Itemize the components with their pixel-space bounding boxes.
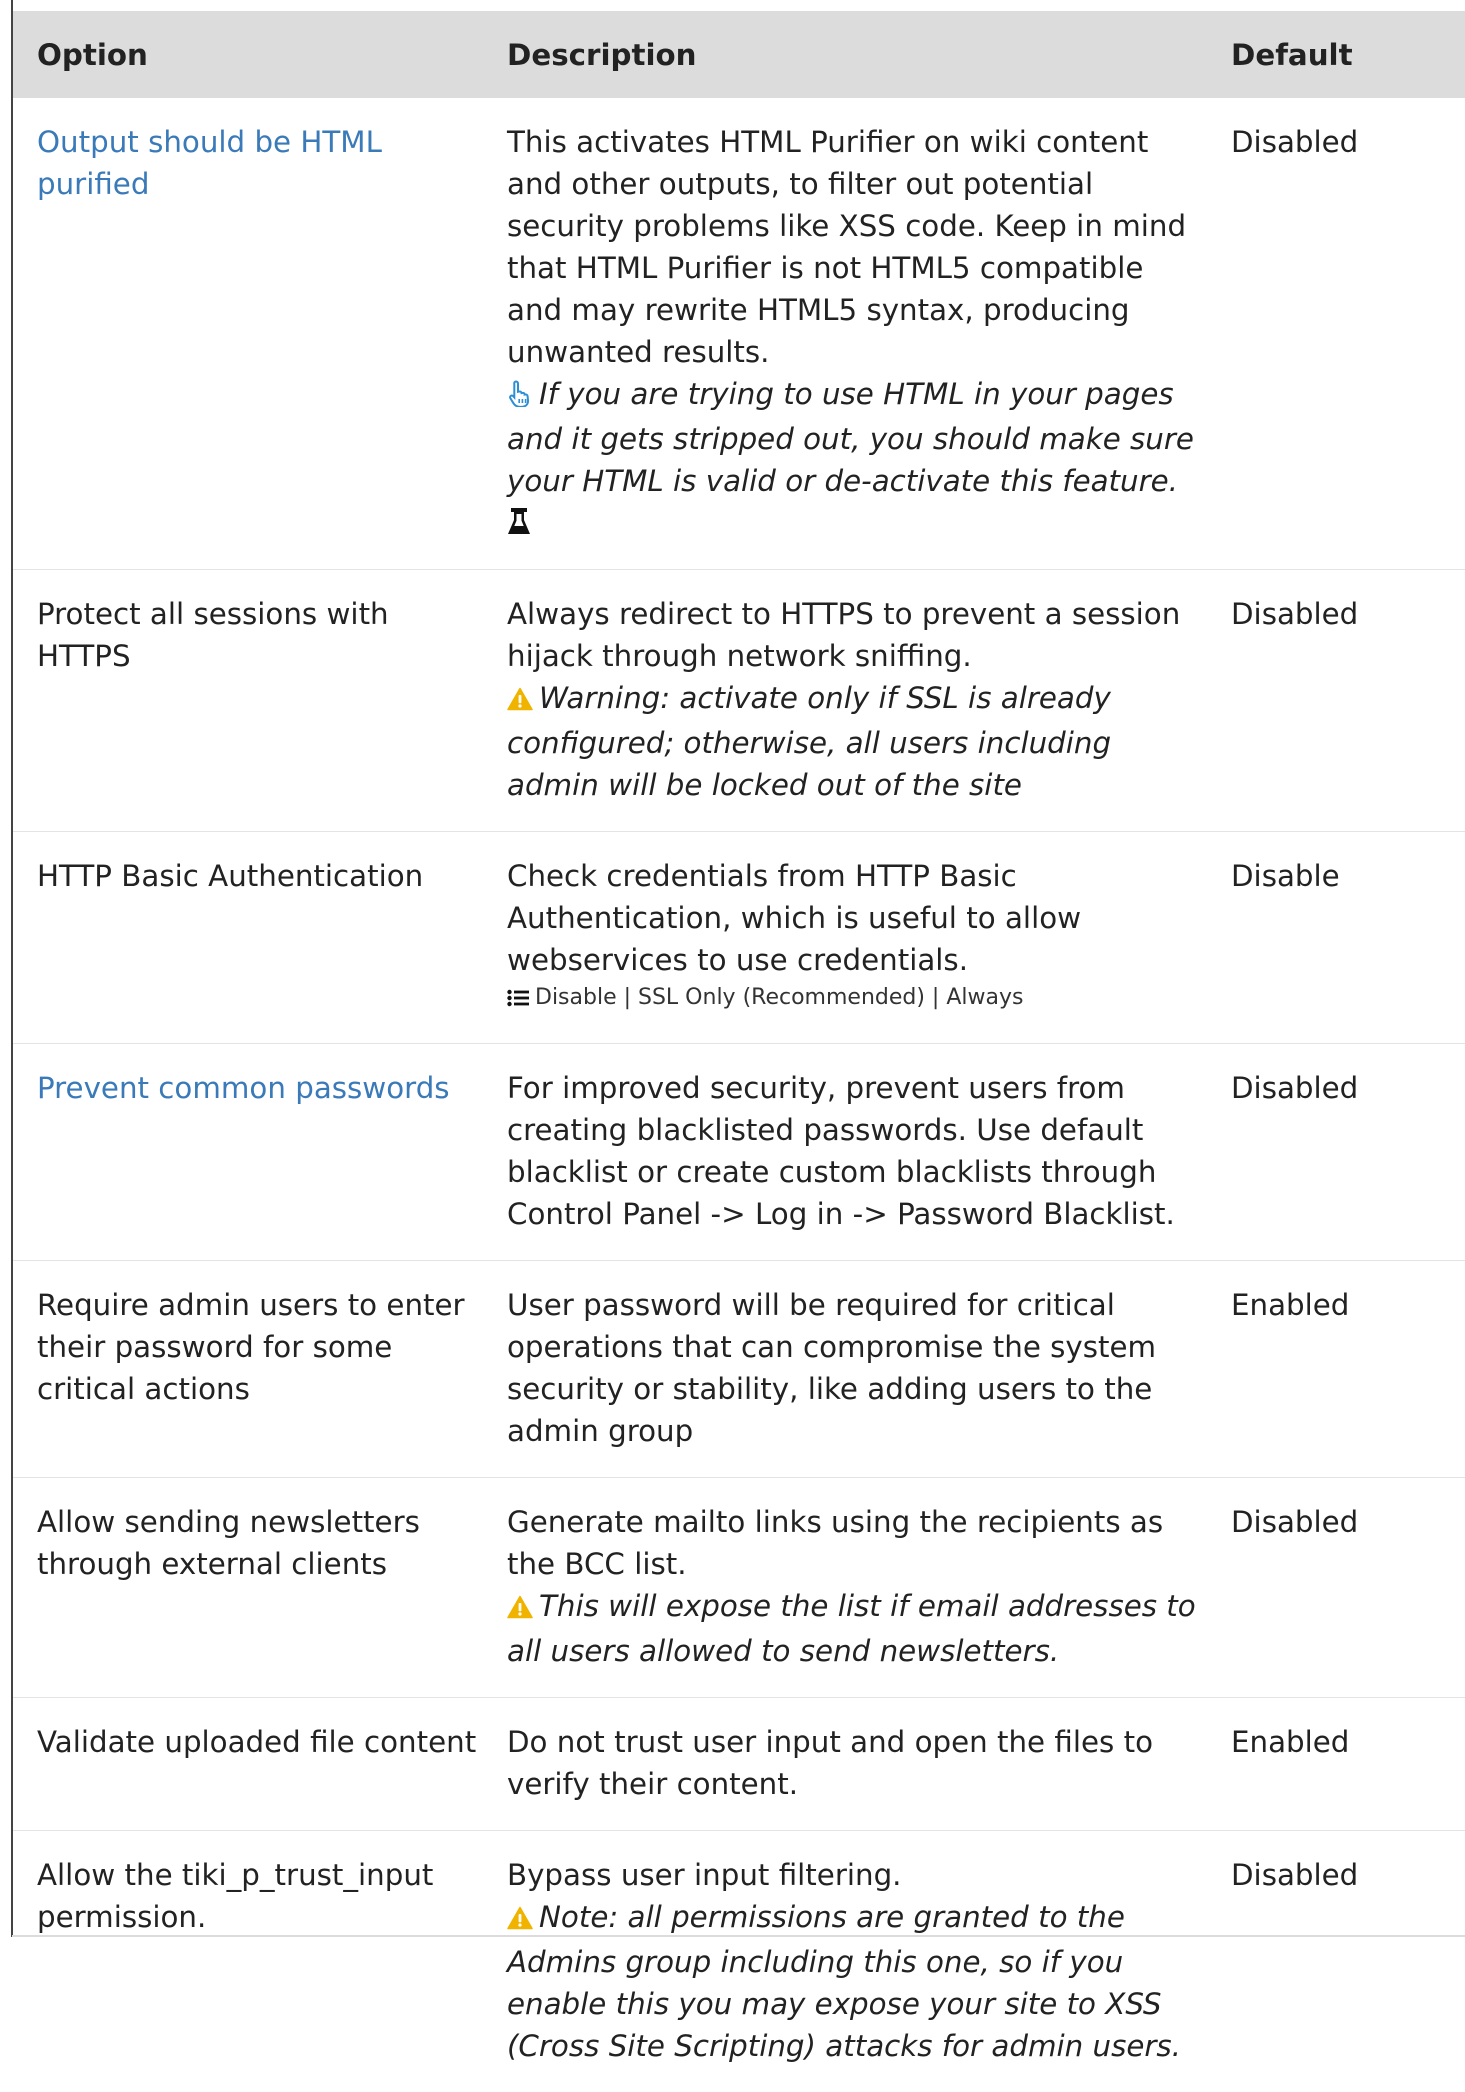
description-text: User password will be required for criti… bbox=[507, 1288, 1156, 1448]
warning-note: Warning: activate only if SSL is already… bbox=[507, 677, 1201, 806]
tip-note-text: If you are trying to use HTML in your pa… bbox=[507, 377, 1194, 498]
pointing-hand-icon bbox=[507, 376, 533, 418]
description-cell: Bypass user input filtering. Note: all p… bbox=[487, 1831, 1223, 2092]
option-link-prevent-common-passwords[interactable]: Prevent common passwords bbox=[37, 1071, 450, 1105]
description-text: For improved security, prevent users fro… bbox=[507, 1071, 1175, 1231]
option-cell: Validate uploaded file content bbox=[13, 1698, 487, 1831]
description-text: This activates HTML Purifier on wiki con… bbox=[507, 125, 1186, 369]
allowed-options: Disable | SSL Only (Recommended) | Alway… bbox=[507, 981, 1201, 1018]
default-cell: Disabled bbox=[1223, 98, 1465, 570]
option-cell: Require admin users to enter their passw… bbox=[13, 1261, 487, 1478]
warning-note-text: Note: all permissions are granted to the… bbox=[507, 1900, 1181, 2063]
description-text: Always redirect to HTTPS to prevent a se… bbox=[507, 597, 1180, 673]
allowed-options-text: Disable | SSL Only (Recommended) | Alway… bbox=[535, 985, 1023, 1010]
table-row: Validate uploaded file content Do not tr… bbox=[13, 1698, 1465, 1831]
flask-icon bbox=[507, 502, 1201, 544]
description-text: Generate mailto links using the recipien… bbox=[507, 1505, 1163, 1581]
list-icon bbox=[507, 984, 529, 1018]
option-link-html-purifier[interactable]: Output should be HTML purified bbox=[37, 125, 382, 201]
table-row: Protect all sessions with HTTPS Always r… bbox=[13, 570, 1465, 832]
description-text: Bypass user input filtering. bbox=[507, 1858, 901, 1892]
security-preferences-table: Option Description Default Output should… bbox=[13, 11, 1465, 2092]
description-cell: User password will be required for criti… bbox=[487, 1261, 1223, 1478]
default-cell: Disabled bbox=[1223, 1044, 1465, 1261]
description-text: Check credentials from HTTP Basic Authen… bbox=[507, 859, 1081, 977]
default-cell: Disabled bbox=[1223, 1478, 1465, 1698]
description-cell: This activates HTML Purifier on wiki con… bbox=[487, 98, 1223, 570]
warning-icon bbox=[507, 1588, 533, 1630]
description-cell: Check credentials from HTTP Basic Authen… bbox=[487, 832, 1223, 1044]
table-row: Prevent common passwords For improved se… bbox=[13, 1044, 1465, 1261]
column-header-option: Option bbox=[13, 11, 487, 98]
default-cell: Disable bbox=[1223, 832, 1465, 1044]
option-cell: Prevent common passwords bbox=[13, 1044, 487, 1261]
option-cell: Allow sending newsletters through extern… bbox=[13, 1478, 487, 1698]
option-cell: Protect all sessions with HTTPS bbox=[13, 570, 487, 832]
warning-icon bbox=[507, 680, 533, 722]
default-cell: Disabled bbox=[1223, 1831, 1465, 2092]
default-cell: Enabled bbox=[1223, 1698, 1465, 1831]
option-cell: Allow the tiki_p_trust_input permission. bbox=[13, 1831, 487, 2092]
warning-note: Note: all permissions are granted to the… bbox=[507, 1896, 1201, 2067]
warning-note: This will expose the list if email addre… bbox=[507, 1585, 1201, 1672]
table-header-row: Option Description Default bbox=[13, 11, 1465, 98]
table-row: Allow sending newsletters through extern… bbox=[13, 1478, 1465, 1698]
description-cell: For improved security, prevent users fro… bbox=[487, 1044, 1223, 1261]
table-row: HTTP Basic Authentication Check credenti… bbox=[13, 832, 1465, 1044]
tip-note: If you are trying to use HTML in your pa… bbox=[507, 373, 1201, 502]
description-text: Do not trust user input and open the fil… bbox=[507, 1725, 1153, 1801]
table-row: Require admin users to enter their passw… bbox=[13, 1261, 1465, 1478]
warning-note-text: Warning: activate only if SSL is already… bbox=[507, 681, 1111, 802]
table-row: Output should be HTML purified This acti… bbox=[13, 98, 1465, 570]
option-cell: Output should be HTML purified bbox=[13, 98, 487, 570]
column-header-description: Description bbox=[487, 11, 1223, 98]
description-cell: Always redirect to HTTPS to prevent a se… bbox=[487, 570, 1223, 832]
description-cell: Generate mailto links using the recipien… bbox=[487, 1478, 1223, 1698]
option-cell: HTTP Basic Authentication bbox=[13, 832, 487, 1044]
default-cell: Enabled bbox=[1223, 1261, 1465, 1478]
description-cell: Do not trust user input and open the fil… bbox=[487, 1698, 1223, 1831]
column-header-default: Default bbox=[1223, 11, 1465, 98]
default-cell: Disabled bbox=[1223, 570, 1465, 832]
table-row: Allow the tiki_p_trust_input permission.… bbox=[13, 1831, 1465, 2092]
warning-note-text: This will expose the list if email addre… bbox=[507, 1589, 1196, 1668]
